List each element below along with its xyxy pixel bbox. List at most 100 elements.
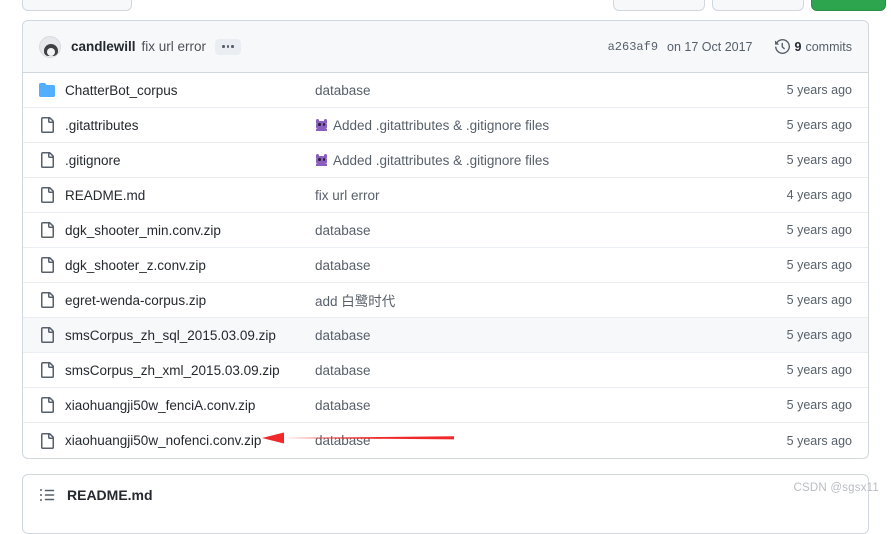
- file-type-icon-cell: [39, 257, 65, 273]
- file-icon: [39, 222, 55, 238]
- commits-link[interactable]: 9 commits: [775, 39, 852, 54]
- file-type-icon-cell: [39, 292, 65, 308]
- file-type-icon-cell: [39, 397, 65, 413]
- file-name-link[interactable]: egret-wenda-corpus.zip: [65, 293, 206, 308]
- table-row[interactable]: dgk_shooter_min.conv.zip database 5 years …: [23, 213, 868, 248]
- dot-icon: [222, 45, 225, 48]
- file-icon: [39, 292, 55, 308]
- table-row[interactable]: xiaohuangji50w_fenciA.conv.zip database 5 …: [23, 388, 868, 423]
- latest-commit-header: candlewill fix url error a263af9 on 17 O…: [23, 21, 868, 73]
- file-name-cell: smsCorpus_zh_sql_2015.03.09.zip: [65, 328, 315, 343]
- commit-message-link[interactable]: database: [315, 433, 371, 448]
- file-icon: [39, 362, 55, 378]
- last-commit-age: 5 years ago: [747, 83, 852, 97]
- table-row[interactable]: smsCorpus_zh_sql_2015.03.09.zip database 5…: [23, 318, 868, 353]
- folder-icon: [39, 82, 55, 98]
- avatar[interactable]: [39, 36, 61, 58]
- table-row[interactable]: xiaohuangji50w_nofenci.conv.zip database 5…: [23, 423, 868, 458]
- table-row[interactable]: .gitattributes Added .gitattributes & .gi…: [23, 108, 868, 143]
- commit-expand-ellipsis-button[interactable]: [215, 39, 241, 55]
- commit-author[interactable]: candlewill: [71, 39, 136, 54]
- table-row[interactable]: dgk_shooter_z.conv.zip database 5 years ag…: [23, 248, 868, 283]
- commits-count: 9: [795, 40, 802, 54]
- file-type-icon-cell: [39, 222, 65, 238]
- file-name-cell: dgk_shooter_z.conv.zip: [65, 258, 315, 273]
- commit-message-cell: Added .gitattributes & .gitignore files: [315, 153, 747, 168]
- readme-title: README.md: [67, 487, 153, 503]
- commit-message-link[interactable]: Added .gitattributes & .gitignore files: [333, 153, 549, 168]
- commit-message-link[interactable]: database: [315, 258, 371, 273]
- last-commit-age: 5 years ago: [747, 258, 852, 272]
- commit-message-cell: database: [315, 398, 747, 413]
- last-commit-age: 5 years ago: [747, 118, 852, 132]
- last-commit-age: 5 years ago: [747, 434, 852, 448]
- file-name-cell: smsCorpus_zh_xml_2015.03.09.zip: [65, 363, 315, 378]
- code-button[interactable]: [811, 0, 886, 11]
- file-name-cell: README.md: [65, 188, 315, 203]
- file-name-cell: .gitignore: [65, 153, 315, 168]
- table-row[interactable]: ChatterBot_corpus database 5 years ago: [23, 73, 868, 108]
- file-name-cell: xiaohuangji50w_fenciA.conv.zip: [65, 398, 315, 413]
- commit-message-link[interactable]: Added .gitattributes & .gitignore files: [333, 118, 549, 133]
- last-commit-age: 5 years ago: [747, 293, 852, 307]
- last-commit-age: 5 years ago: [747, 223, 852, 237]
- last-commit-age: 5 years ago: [747, 153, 852, 167]
- commit-message-cell: add 白鹭时代: [315, 290, 747, 310]
- commit-message-link[interactable]: database: [315, 363, 371, 378]
- file-name-link[interactable]: .gitattributes: [65, 118, 139, 133]
- commit-message-link[interactable]: fix url error: [315, 188, 380, 203]
- commit-message-link[interactable]: add 白鹭时代: [315, 290, 395, 310]
- commit-message-link[interactable]: database: [315, 223, 371, 238]
- commit-sha[interactable]: a263af9: [608, 40, 658, 54]
- last-commit-age: 5 years ago: [747, 398, 852, 412]
- file-name-link[interactable]: xiaohuangji50w_fenciA.conv.zip: [65, 398, 255, 413]
- file-name-link[interactable]: dgk_shooter_min.conv.zip: [65, 223, 221, 238]
- file-type-icon-cell: [39, 152, 65, 168]
- commit-message-cell: database: [315, 83, 747, 98]
- commit-message-link[interactable]: database: [315, 328, 371, 343]
- add-file-button[interactable]: [712, 0, 804, 11]
- table-row[interactable]: egret-wenda-corpus.zip add 白鹭时代 5 years ag…: [23, 283, 868, 318]
- file-name-cell: ChatterBot_corpus: [65, 83, 315, 98]
- file-name-cell: xiaohuangji50w_nofenci.conv.zip: [65, 433, 315, 448]
- commit-message-link[interactable]: database: [315, 398, 371, 413]
- commit-message-cell: database: [315, 258, 747, 273]
- table-row[interactable]: smsCorpus_zh_xml_2015.03.09.zipdatabase5…: [23, 353, 868, 388]
- file-icon: [39, 187, 55, 203]
- file-name-link[interactable]: dgk_shooter_z.conv.zip: [65, 258, 206, 273]
- file-type-icon-cell: [39, 433, 65, 449]
- commit-message-cell: Added .gitattributes & .gitignore files: [315, 118, 747, 133]
- table-row[interactable]: .gitignore Added .gitattributes & .gitign…: [23, 143, 868, 178]
- commit-meta: a263af9 on 17 Oct 2017 9 commits: [608, 39, 852, 54]
- file-name-link[interactable]: smsCorpus_zh_sql_2015.03.09.zip: [65, 328, 276, 343]
- file-name-cell: egret-wenda-corpus.zip: [65, 293, 315, 308]
- commit-message-cell: database: [315, 363, 747, 378]
- commit-message-cell: database: [315, 433, 747, 448]
- file-name-link[interactable]: .gitignore: [65, 153, 121, 168]
- file-icon: [39, 397, 55, 413]
- file-name-link[interactable]: ChatterBot_corpus: [65, 83, 178, 98]
- last-commit-age: 4 years ago: [747, 188, 852, 202]
- file-icon: [39, 257, 55, 273]
- readme-section: README.md: [22, 474, 869, 534]
- commit-message[interactable]: fix url error: [142, 39, 207, 54]
- commit-message-link[interactable]: database: [315, 83, 371, 98]
- go-to-file-button[interactable]: [613, 0, 705, 11]
- file-name-cell: .gitattributes: [65, 118, 315, 133]
- dot-icon: [231, 45, 234, 48]
- file-type-icon-cell: [39, 187, 65, 203]
- branch-button[interactable]: [22, 0, 132, 11]
- file-name-link[interactable]: README.md: [65, 188, 145, 203]
- commit-message-cell: database: [315, 223, 747, 238]
- table-row[interactable]: README.md fix url error 4 years ago: [23, 178, 868, 213]
- last-commit-age: 5 years ago: [747, 328, 852, 342]
- readme-header: README.md: [23, 475, 868, 503]
- file-name-link[interactable]: xiaohuangji50w_nofenci.conv.zip: [65, 433, 261, 448]
- list-unordered-icon[interactable]: [39, 487, 55, 503]
- file-type-icon-cell: [39, 327, 65, 343]
- file-icon: [39, 117, 55, 133]
- invader-emoji-icon: [315, 119, 328, 131]
- history-icon: [775, 39, 790, 54]
- dot-icon: [227, 45, 230, 48]
- file-name-link[interactable]: smsCorpus_zh_xml_2015.03.09.zip: [65, 363, 280, 378]
